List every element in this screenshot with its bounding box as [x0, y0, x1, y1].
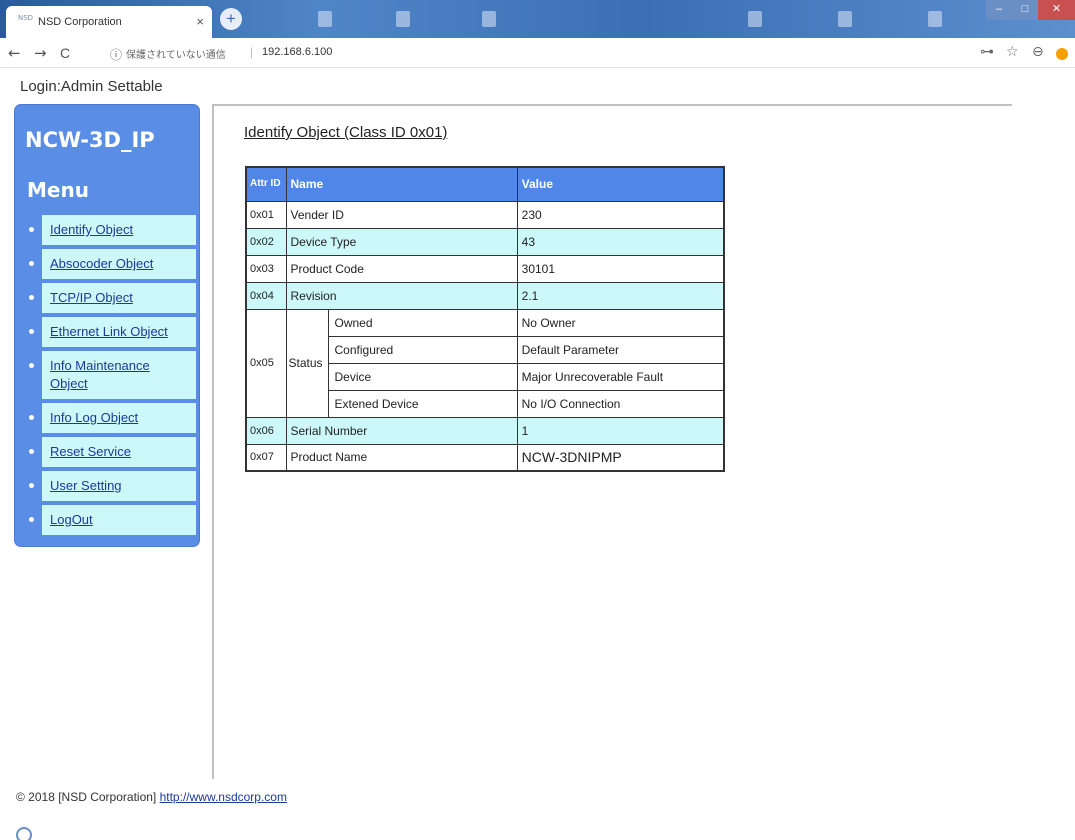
bullet-icon: [29, 261, 34, 266]
bullet-icon: [29, 415, 34, 420]
table-row: 0x03 Product Code 30101: [245, 254, 725, 283]
attr-name-cell: Status: [285, 308, 329, 418]
attr-name-cell: Product Code: [285, 254, 518, 283]
sidebar-item-label[interactable]: LogOut: [42, 505, 196, 535]
page-title: Identify Object (Class ID 0x01): [244, 124, 448, 141]
attr-value-cell: 30101: [516, 254, 725, 283]
status-sub-name-cell: Extened Device: [327, 389, 518, 418]
copyright-text: © 2018 [NSD Corporation]: [16, 790, 157, 804]
bullet-icon: [29, 227, 34, 232]
status-sub-name-cell: Owned: [327, 308, 518, 337]
browser-tab[interactable]: NSD NSD Corporation ×: [6, 6, 212, 38]
browser-titlebar: NSD NSD Corporation × + – □ ✕: [0, 0, 1075, 38]
column-header-name: Name: [285, 166, 518, 202]
sidebar-item-label[interactable]: User Setting: [42, 471, 196, 501]
bullet-icon: [29, 517, 34, 522]
taskbar-app-icon: [396, 11, 410, 27]
site-info-icon[interactable]: ⓘ: [110, 46, 122, 63]
bullet-icon: [29, 483, 34, 488]
sidebar: NCW-3D_IP Menu Identify Object Absocoder…: [14, 104, 200, 547]
taskbar-app-icon: [838, 11, 852, 27]
identify-object-table: Attr ID Name Value 0x01 Vender ID 230 0x…: [245, 166, 725, 472]
page-footer: © 2018 [NSD Corporation] http://www.nsdc…: [16, 790, 287, 804]
attr-id-cell: 0x03: [245, 254, 287, 283]
attr-name-cell: Product Name: [285, 443, 518, 472]
favicon-icon: NSD: [18, 14, 34, 22]
attr-name-cell: Serial Number: [285, 416, 518, 445]
attr-value-cell: Major Unrecoverable Fault: [516, 362, 725, 391]
bookmark-star-icon[interactable]: ☆: [1006, 44, 1019, 60]
attr-value-cell: NCW-3DNIPMP: [516, 443, 725, 472]
attr-value-cell: 1: [516, 416, 725, 445]
table-row: 0x04 Revision 2.1: [245, 281, 725, 310]
maximize-button[interactable]: □: [1012, 0, 1038, 20]
status-circle-icon: [16, 827, 32, 840]
back-arrow-icon[interactable]: ←: [8, 44, 21, 62]
attr-id-cell: 0x01: [245, 200, 287, 229]
table-row: 0x07 Product Name NCW-3DNIPMP: [245, 443, 725, 472]
tab-close-icon[interactable]: ×: [196, 14, 204, 29]
bullet-icon: [29, 363, 34, 368]
taskbar-app-icon: [748, 11, 762, 27]
sidebar-item-label[interactable]: Absocoder Object: [42, 249, 196, 279]
table-row: 0x01 Vender ID 230: [245, 200, 725, 229]
forward-arrow-icon[interactable]: →: [34, 44, 47, 62]
browser-toolbar: ← → C ⓘ 保護されていない通信 | 192.168.6.100 ⊶ ☆ ⊖: [0, 38, 1075, 68]
security-status[interactable]: 保護されていない通信: [126, 46, 226, 61]
new-tab-button[interactable]: +: [220, 8, 242, 30]
sidebar-item-label[interactable]: TCP/IP Object: [42, 283, 196, 313]
attr-value-cell: Default Parameter: [516, 335, 725, 364]
sidebar-item-label[interactable]: Info Log Object: [42, 403, 196, 433]
key-icon[interactable]: ⊶: [980, 44, 994, 60]
address-separator: |: [250, 45, 254, 59]
bullet-icon: [29, 449, 34, 454]
taskbar-app-icon: [318, 11, 332, 27]
attr-value-cell: 43: [516, 227, 725, 256]
table-header-row: Attr ID Name Value: [245, 166, 725, 202]
attr-name-cell: Revision: [285, 281, 518, 310]
sidebar-item-label[interactable]: Identify Object: [42, 215, 196, 245]
bullet-icon: [29, 329, 34, 334]
column-header-value: Value: [516, 166, 725, 202]
sidebar-item-label[interactable]: Reset Service: [42, 437, 196, 467]
tab-title: NSD Corporation: [38, 16, 122, 28]
attr-id-cell: 0x05: [245, 308, 287, 418]
status-sub-name-cell: Device: [327, 362, 518, 391]
company-link[interactable]: http://www.nsdcorp.com: [160, 790, 287, 804]
status-sub-name-cell: Configured: [327, 335, 518, 364]
address-bar-url[interactable]: 192.168.6.100: [262, 46, 332, 58]
attr-id-cell: 0x06: [245, 416, 287, 445]
table-row: 0x06 Serial Number 1: [245, 416, 725, 445]
attr-id-cell: 0x04: [245, 281, 287, 310]
sidebar-item-label[interactable]: Ethernet Link Object: [42, 317, 196, 347]
table-row: 0x02 Device Type 43: [245, 227, 725, 256]
attr-name-cell: Device Type: [285, 227, 518, 256]
minimize-button[interactable]: –: [986, 0, 1012, 20]
attr-value-cell: No Owner: [516, 308, 725, 337]
bullet-icon: [29, 295, 34, 300]
attr-value-cell: No I/O Connection: [516, 389, 725, 418]
menu-heading: Menu: [27, 178, 89, 202]
login-status: Login:Admin Settable: [20, 78, 163, 95]
attr-id-cell: 0x02: [245, 227, 287, 256]
taskbar-app-icon: [482, 11, 496, 27]
device-title: NCW-3D_IP: [25, 128, 155, 152]
attr-value-cell: 2.1: [516, 281, 725, 310]
account-icon[interactable]: ⊖: [1032, 44, 1044, 60]
window-close-button[interactable]: ✕: [1038, 0, 1075, 20]
sidebar-item-label[interactable]: Info Maintenance Object: [42, 351, 196, 399]
update-indicator-icon[interactable]: [1056, 48, 1068, 60]
reload-icon[interactable]: C: [60, 45, 70, 61]
attr-name-cell: Vender ID: [285, 200, 518, 229]
attr-value-cell: 230: [516, 200, 725, 229]
column-header-attr-id: Attr ID: [245, 166, 287, 202]
table-row: 0x05 Status Owned No Owner: [245, 308, 725, 418]
taskbar-app-icon: [928, 11, 942, 27]
attr-id-cell: 0x07: [245, 443, 287, 472]
